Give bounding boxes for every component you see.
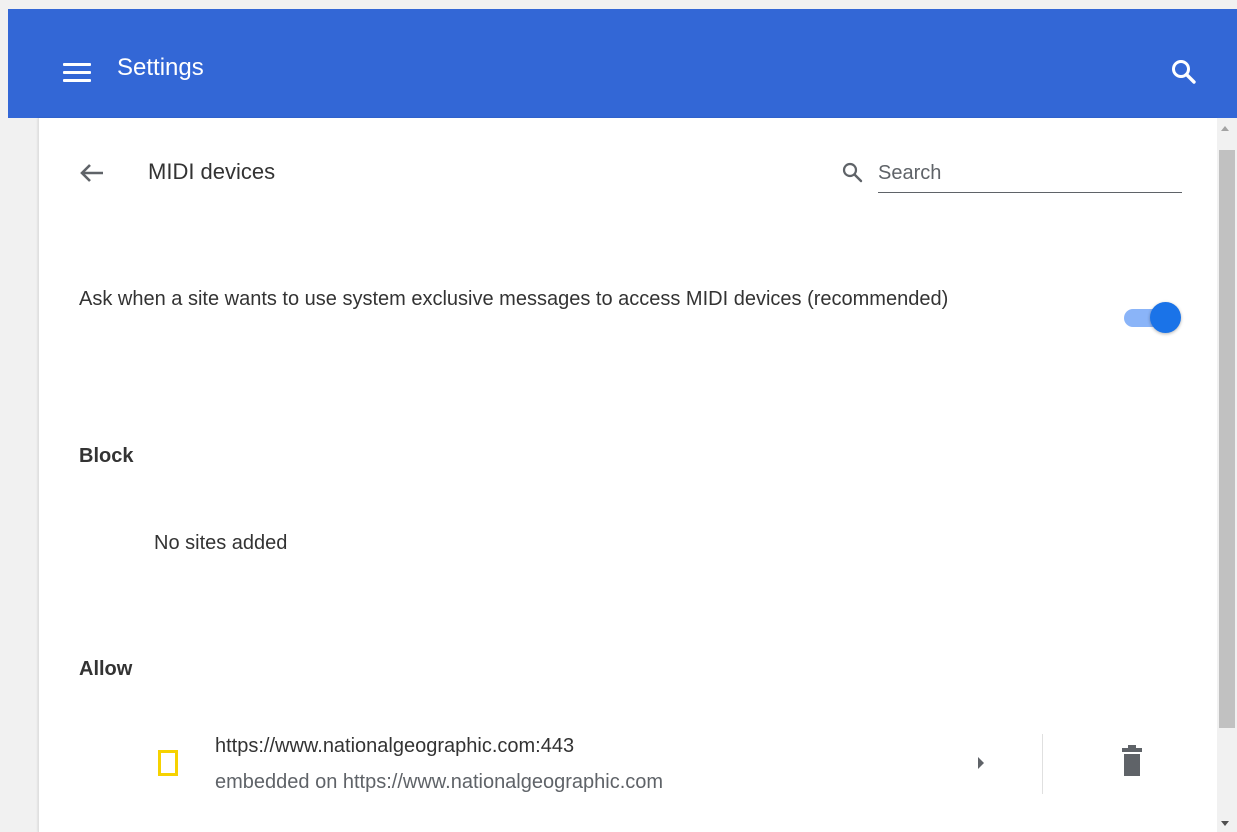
toggle-knob [1150,302,1181,333]
arrow-back-icon[interactable] [75,157,109,189]
site-embedded-text: embedded on https://www.nationalgeograph… [215,771,664,793]
scrollbar-thumb[interactable] [1219,150,1235,728]
divider [1042,734,1043,794]
settings-toolbar: Settings [8,9,1237,118]
scroll-down-arrow-icon[interactable] [1221,821,1229,826]
search-field[interactable] [840,154,1182,194]
block-section-heading: Block [79,445,134,467]
page-title: MIDI devices [148,159,276,184]
block-empty-text: No sites added [154,532,288,554]
app-title: Settings [117,54,204,81]
site-url: https://www.nationalgeographic.com:443 [215,735,575,757]
search-input[interactable] [878,154,1182,193]
trash-icon[interactable] [1116,745,1148,781]
midi-sysex-toggle[interactable] [1120,302,1182,333]
allowed-site-row[interactable]: https://www.nationalgeographic.com:443 e… [150,725,1200,805]
hamburger-menu-icon[interactable] [56,52,98,92]
vertical-scrollbar[interactable] [1217,118,1237,832]
search-icon[interactable] [1166,55,1202,91]
allow-section-heading: Allow [79,658,133,680]
scroll-up-arrow-icon[interactable] [1221,126,1229,131]
midi-sysex-setting-label: Ask when a site wants to use system excl… [79,288,949,310]
arrow-right-icon[interactable] [972,753,992,773]
national-geographic-favicon [158,750,178,776]
search-icon [840,160,866,186]
left-margin [8,118,38,832]
settings-window: Settings MIDI devices Ask when a si [0,0,1237,832]
